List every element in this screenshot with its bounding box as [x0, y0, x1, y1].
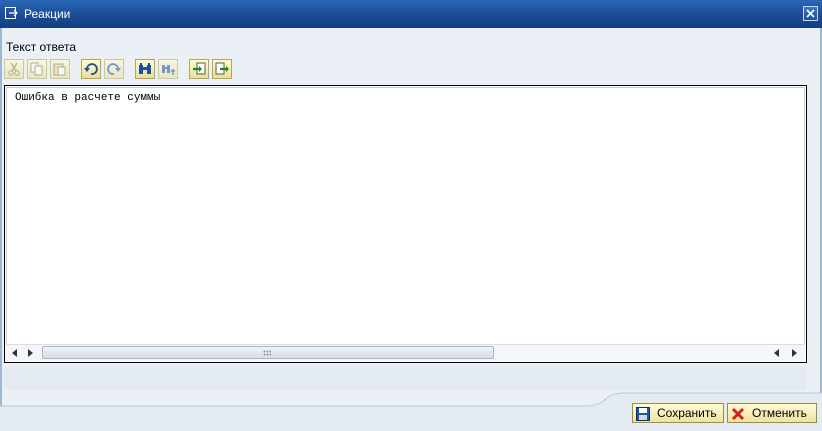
paste-button[interactable]	[50, 59, 70, 79]
save-button-label: Сохранить	[657, 406, 717, 420]
save-button[interactable]: Сохранить	[632, 403, 724, 423]
close-icon[interactable]	[803, 6, 818, 21]
scroll-left-arrow-icon[interactable]	[12, 349, 17, 357]
undo-button[interactable]	[81, 59, 101, 79]
editor-toolbar	[4, 59, 244, 80]
undo-icon	[84, 63, 98, 75]
find-icon	[139, 63, 151, 74]
editor-label: Текст ответа	[6, 40, 77, 54]
window-title: Реакции	[24, 7, 71, 21]
redo-button[interactable]	[104, 59, 124, 79]
paste-icon	[53, 63, 66, 76]
cancel-button[interactable]: Отменить	[727, 403, 817, 423]
load-file-button[interactable]	[189, 59, 209, 79]
save-file-icon	[215, 62, 229, 75]
grip-icon	[263, 350, 271, 356]
find-next-button[interactable]	[158, 59, 178, 79]
find-button[interactable]	[135, 59, 155, 79]
find-next-icon	[162, 65, 175, 75]
status-strip	[4, 366, 807, 390]
window-frame-left	[0, 28, 2, 431]
cancel-x-icon	[731, 407, 745, 421]
cut-icon	[8, 62, 20, 76]
cancel-button-label: Отменить	[752, 406, 807, 420]
title-bar: Реакции	[0, 0, 822, 28]
load-file-icon	[193, 62, 206, 75]
scroll-right-end-arrow-icon[interactable]	[792, 349, 797, 357]
redo-icon	[107, 63, 121, 75]
copy-icon	[30, 62, 43, 76]
scrollbar-thumb[interactable]	[42, 346, 494, 359]
floppy-disk-icon	[636, 407, 650, 421]
text-editor[interactable]: Ошибка в расчете суммы	[4, 85, 807, 363]
cut-button[interactable]	[4, 59, 24, 79]
window-icon	[5, 7, 18, 20]
scroll-right-arrow-icon[interactable]	[28, 349, 33, 357]
save-file-button[interactable]	[212, 59, 232, 79]
scroll-left-end-arrow-icon[interactable]	[774, 349, 779, 357]
copy-button[interactable]	[27, 59, 47, 79]
editor-text[interactable]: Ошибка в расчете суммы	[15, 92, 160, 104]
horizontal-scrollbar[interactable]	[6, 344, 805, 361]
editor-frame	[6, 87, 805, 361]
